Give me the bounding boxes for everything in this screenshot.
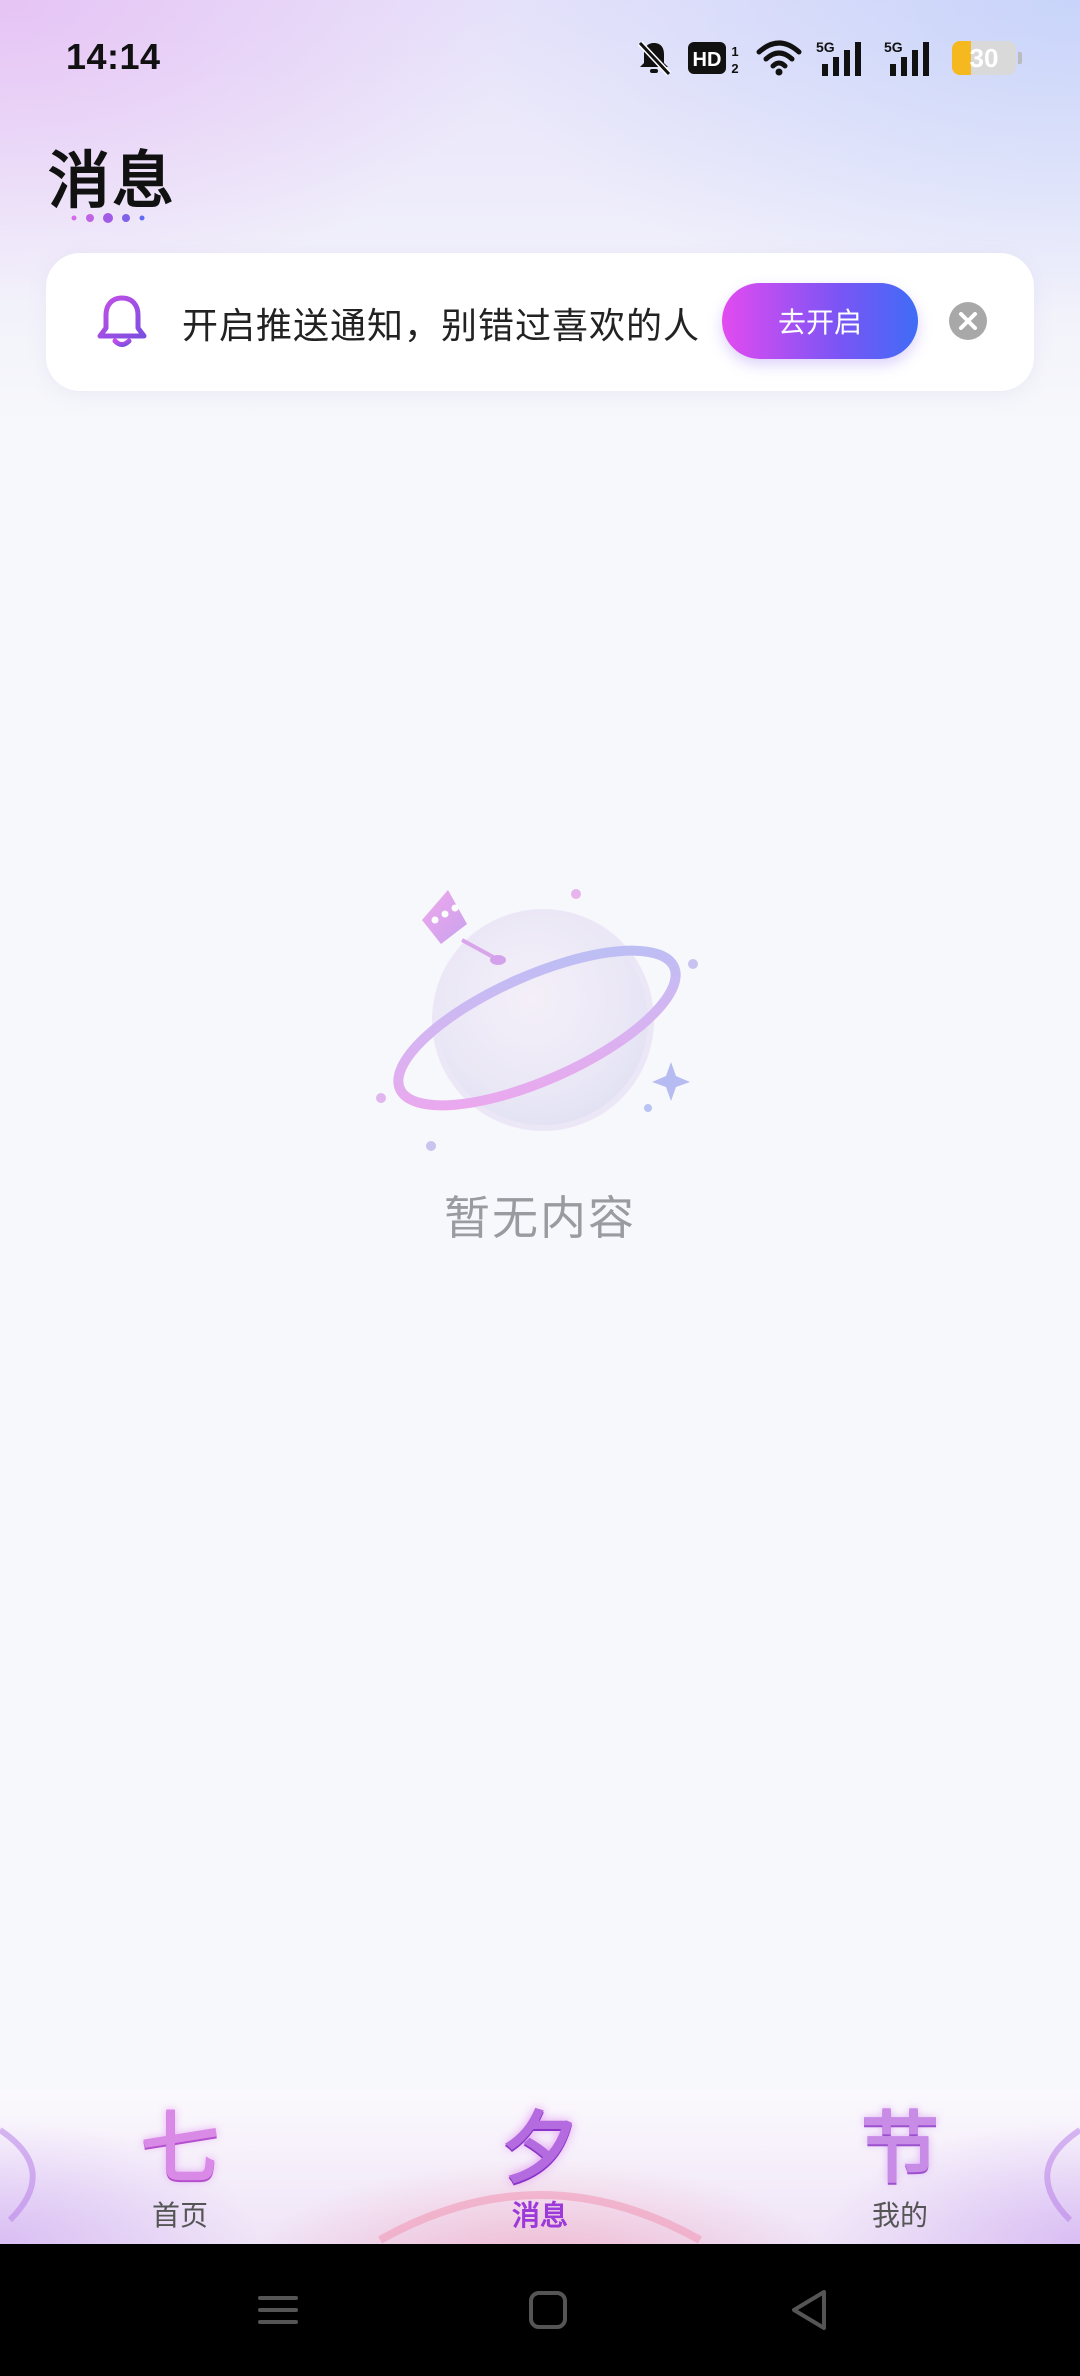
enable-notifications-button[interactable]: 去开启 <box>722 283 918 359</box>
home-tab-icon: 七 <box>140 2103 219 2194</box>
bottom-nav: 七 首页 夕 消息 节 我的 <box>0 2090 1080 2244</box>
status-icons: HD 1 2 5G 5G 30 <box>634 36 1022 80</box>
back-icon[interactable] <box>780 2284 840 2336</box>
5g-signal-icon: 5G <box>816 38 870 78</box>
close-icon[interactable] <box>948 301 988 341</box>
svg-text:5G: 5G <box>884 39 903 55</box>
bell-icon <box>97 295 147 347</box>
nav-label-home: 首页 <box>151 2200 208 2231</box>
nav-item-messages[interactable]: 夕 消息 <box>440 2090 640 2244</box>
nav-item-home[interactable]: 七 首页 <box>80 2090 280 2244</box>
svg-text:2: 2 <box>731 61 738 76</box>
status-bar: 14:14 HD 1 2 5G 5G 30 <box>0 0 1080 120</box>
push-notification-banner: 开启推送通知，别错过喜欢的人 去开启 <box>46 253 1034 391</box>
planet-icon <box>376 889 698 1151</box>
title-decoration-dots <box>71 213 145 223</box>
empty-state-text: 暂无内容 <box>444 1192 636 1244</box>
svg-text:HD: HD <box>693 49 722 71</box>
hd-icon: HD 1 2 <box>688 38 742 78</box>
nav-label-messages: 消息 <box>511 2200 568 2231</box>
status-time: 14:14 <box>66 36 161 77</box>
system-nav-bar <box>0 2244 1080 2376</box>
messages-tab-icon: 夕 <box>500 2103 579 2194</box>
bell-off-icon <box>634 38 674 78</box>
page-title: 消息 <box>48 147 177 216</box>
battery-tip <box>1018 52 1022 64</box>
menu-icon[interactable] <box>248 2284 308 2336</box>
svg-text:5G: 5G <box>816 39 835 55</box>
home-icon[interactable] <box>518 2284 578 2336</box>
mine-tab-icon: 节 <box>860 2103 939 2194</box>
nav-item-mine[interactable]: 节 我的 <box>800 2090 1000 2244</box>
battery-level: 30 <box>969 42 999 73</box>
5g-signal-icon: 5G <box>884 38 938 78</box>
wifi-icon <box>756 38 802 78</box>
battery-icon: 30 <box>952 41 1016 75</box>
nav-label-mine: 我的 <box>871 2200 928 2231</box>
svg-text:1: 1 <box>731 44 738 59</box>
notify-message: 开启推送通知，别错过喜欢的人 <box>182 305 701 346</box>
